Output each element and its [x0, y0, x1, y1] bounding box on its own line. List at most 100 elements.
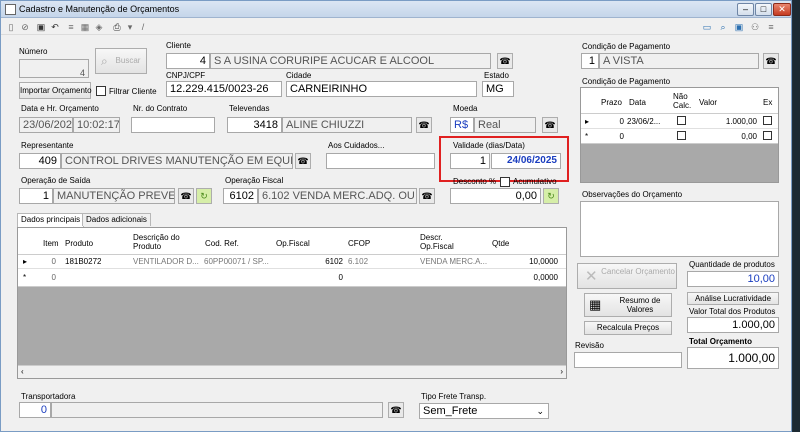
operacao-fiscal-search-button[interactable]: ☎ [419, 188, 435, 204]
operacao-saida-refresh-icon[interactable]: ↻ [196, 188, 212, 204]
cell-opfiscal: 0 [338, 273, 343, 282]
printer-icon[interactable]: ⎙ [111, 21, 123, 33]
cliente-search-button[interactable]: ☎ [497, 53, 513, 69]
cell-prazo: 0 [619, 132, 624, 141]
col-produto[interactable]: Produto [65, 239, 93, 248]
operacao-saida-search-button[interactable]: ☎ [178, 188, 194, 204]
window-icon[interactable]: ▭ [701, 21, 713, 33]
row-marker: * [585, 132, 589, 141]
minimize-button[interactable]: – [737, 3, 754, 16]
representante-search-button[interactable]: ☎ [295, 153, 311, 169]
scroll-left-icon[interactable]: ‹ [21, 367, 24, 376]
items-grid[interactable]: Item Produto Descrição do Produto Cod. R… [17, 227, 567, 379]
estado-field[interactable]: MG [482, 81, 514, 97]
contrato-field[interactable] [131, 117, 215, 133]
numero-field[interactable]: 4 [19, 59, 89, 78]
total-orcamento-field: 1.000,00 [687, 347, 779, 369]
menu-icon[interactable]: ≡ [765, 21, 777, 33]
col-ex[interactable]: Ex [763, 98, 772, 107]
importar-orcamento-button[interactable]: Importar Orçamento [19, 82, 92, 99]
numero-label: Número [19, 47, 48, 56]
cnpj-field[interactable]: 12.229.415/0023-26 [166, 81, 282, 97]
moeda-search-button[interactable]: ☎ [542, 117, 558, 133]
acumulativo-checkbox[interactable] [500, 177, 510, 187]
undo-icon[interactable]: ↶ [49, 21, 61, 33]
cell-qtde: 10,0000 [529, 257, 558, 266]
qtd-produtos-field: 10,00 [687, 271, 779, 287]
desconto-refresh-icon[interactable]: ↻ [543, 188, 559, 204]
print-preview-icon[interactable]: ◈ [93, 21, 105, 33]
revisao-field[interactable] [574, 352, 682, 368]
cnpj-label: CNPJ/CPF [166, 71, 206, 80]
col-cfop[interactable]: CFOP [348, 239, 370, 248]
main-window: Cadastro e Manutenção de Orçamentos – □ … [0, 0, 792, 432]
col-valor[interactable]: Valor [699, 98, 717, 107]
save-icon[interactable]: ▣ [35, 21, 47, 33]
analise-lucratividade-button[interactable]: Análise Lucratividade [687, 292, 779, 305]
row-marker: ▸ [23, 257, 28, 266]
nao-calc-checkbox[interactable] [677, 116, 686, 125]
televendas-code-field[interactable]: 3418 [227, 117, 282, 133]
col-qtde[interactable]: Qtde [492, 239, 509, 248]
edit-icon[interactable]: / [137, 21, 149, 33]
obs-textarea[interactable] [580, 201, 779, 257]
tab-dados-principais[interactable]: Dados principais [17, 213, 85, 227]
col-opfiscal[interactable]: Op.Fiscal [276, 239, 310, 248]
desconto-field[interactable]: 0,00 [450, 188, 541, 204]
cell-descr-opfiscal: VENDA MERC.A... [420, 257, 488, 266]
aos-cuidados-field[interactable] [326, 153, 435, 169]
col-nao-calc[interactable]: Não Calc. [673, 92, 693, 110]
operacao-saida-code-field[interactable]: 1 [19, 188, 53, 204]
cidade-field[interactable]: CARNEIRINHO [286, 81, 477, 97]
condicao-name-field: A VISTA [599, 53, 759, 69]
transportadora-search-button[interactable]: ☎ [388, 402, 404, 418]
operacao-saida-label: Operação de Saída [21, 176, 91, 185]
col-prazo[interactable]: Prazo [601, 98, 622, 107]
cancel-icon[interactable]: ⊘ [19, 21, 31, 33]
filtrar-cliente-checkbox[interactable] [96, 86, 106, 96]
cell-item: 0 [51, 257, 56, 266]
condicao-code-field[interactable]: 1 [581, 53, 599, 69]
dropdown-arrow-icon[interactable]: ▾ [124, 21, 136, 33]
new-icon[interactable]: ▯ [5, 21, 17, 33]
condicao-search-button[interactable]: ☎ [763, 53, 779, 69]
search-icon[interactable]: ⌕ [717, 21, 729, 33]
acumulativo-label: Acumulativo [513, 177, 557, 186]
tab-dados-adicionais[interactable]: Dados adicionais [82, 213, 151, 226]
cell-valor: 1.000,00 [725, 117, 757, 126]
horizontal-scrollbar[interactable]: ‹ › [18, 365, 566, 378]
cliente-name-field: S A USINA CORURIPE ACUCAR E ALCOOL [210, 53, 491, 69]
table-icon: ▦ [589, 297, 602, 312]
condicao-label: Condição de Pagamento [582, 42, 671, 51]
hora-orcamento-field: 10:02:17 [73, 117, 120, 133]
televendas-search-button[interactable]: ☎ [416, 117, 432, 133]
col-item[interactable]: Item [43, 239, 59, 248]
representante-code-field[interactable]: 409 [19, 153, 61, 169]
maximize-button[interactable]: □ [755, 3, 772, 16]
col-codref[interactable]: Cod. Ref. [205, 239, 239, 248]
transportadora-code-field[interactable]: 0 [19, 402, 51, 418]
col-descricao[interactable]: Descrição do Produto [133, 233, 193, 251]
recalcula-precos-button[interactable]: Recalcula Preços [584, 321, 672, 335]
moeda-code-field[interactable]: R$ [450, 117, 474, 133]
user-icon[interactable]: ⚇ [749, 21, 761, 33]
condicao-grid[interactable]: Prazo Data Não Calc. Valor Ex ▸ 0 23/06/… [580, 87, 779, 183]
ex-checkbox[interactable] [763, 116, 772, 125]
cell-item: 0 [51, 273, 56, 282]
resumo-label: Resumo de Valores [619, 296, 661, 314]
aos-cuidados-label: Aos Cuidados... [328, 141, 385, 150]
close-button[interactable]: ✕ [773, 3, 791, 16]
col-descr-opfiscal[interactable]: Descr. Op.Fiscal [420, 233, 464, 251]
frete-select[interactable]: Sem_Frete ⌄ [419, 403, 549, 419]
ex-checkbox[interactable] [763, 131, 772, 140]
col-data[interactable]: Data [629, 98, 646, 107]
window-title: Cadastro e Manutenção de Orçamentos [19, 4, 180, 14]
grid-icon[interactable]: ▦ [79, 21, 91, 33]
operacao-fiscal-code-field[interactable]: 6102 [223, 188, 258, 204]
refresh-icon[interactable]: ▣ [733, 21, 745, 33]
list-icon[interactable]: ≡ [65, 21, 77, 33]
nao-calc-checkbox[interactable] [677, 131, 686, 140]
scroll-right-icon[interactable]: › [560, 367, 563, 376]
representante-name-field: CONTROL DRIVES MANUTENÇÃO EM EQUIPAMEN [61, 153, 293, 169]
cliente-code-field[interactable]: 4 [166, 53, 210, 69]
